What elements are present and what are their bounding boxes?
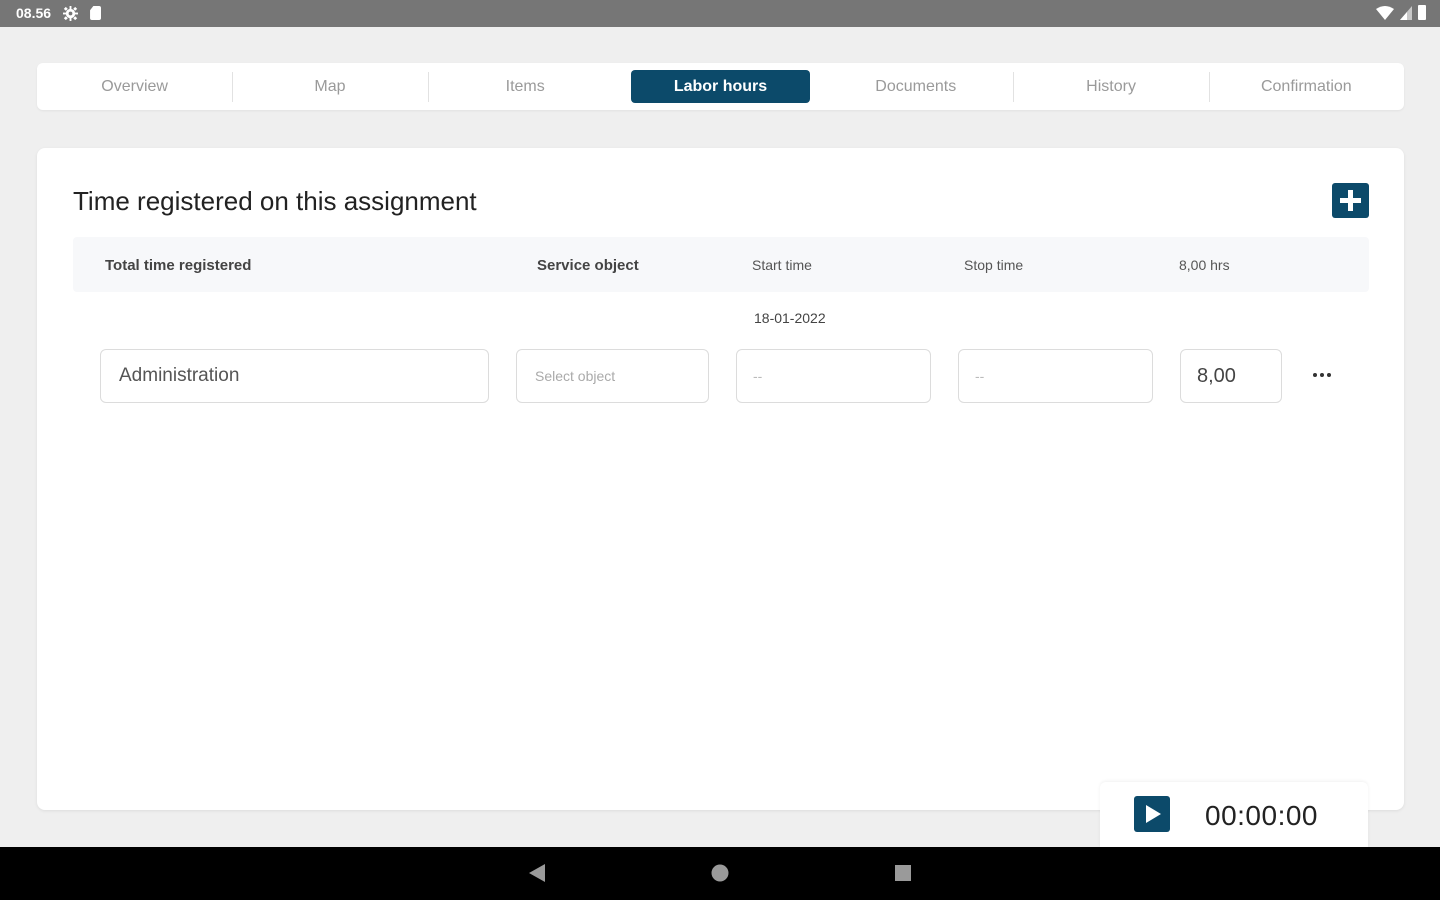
- timer-value: 00:00:00: [1205, 800, 1318, 831]
- activity-field[interactable]: Administration: [100, 349, 489, 403]
- header-stop-time: Stop time: [964, 257, 1024, 273]
- tab-label: Confirmation: [1260, 77, 1352, 95]
- signal-icon: [1400, 5, 1412, 20]
- tab-items[interactable]: Items: [427, 70, 623, 103]
- timer-widget: 00:00:00: [1100, 782, 1368, 848]
- back-icon[interactable]: [528, 863, 546, 883]
- play-icon: [1146, 805, 1161, 823]
- tab-label: Labor hours: [673, 77, 768, 95]
- play-timer-button[interactable]: [1134, 796, 1170, 832]
- sd-card-icon: [90, 6, 102, 20]
- stop-time-field[interactable]: --: [958, 349, 1153, 403]
- navigation-bar: [0, 847, 1440, 900]
- entry-date: 18-01-2022: [754, 310, 826, 326]
- tab-label: History: [1086, 77, 1136, 95]
- more-icon: [1313, 373, 1331, 377]
- header-start-time: Start time: [752, 257, 812, 273]
- tab-bar: Overview Map Items Labor hours Documents…: [37, 63, 1404, 110]
- more-options-button[interactable]: [1309, 363, 1335, 387]
- add-time-button[interactable]: [1332, 183, 1369, 218]
- tab-labor-hours[interactable]: Labor hours: [623, 70, 818, 103]
- tab-label: Documents: [875, 77, 957, 95]
- tab-map[interactable]: Map: [232, 70, 427, 103]
- tab-documents[interactable]: Documents: [818, 70, 1013, 103]
- tab-label: Items: [505, 77, 545, 95]
- status-time: 08.56: [16, 5, 52, 21]
- card-title: Time registered on this assignment: [73, 186, 477, 216]
- home-icon[interactable]: [710, 863, 730, 883]
- tab-history[interactable]: History: [1013, 70, 1208, 103]
- table-header: Total time registered Service object Sta…: [73, 237, 1369, 292]
- tab-label: Map: [314, 77, 346, 95]
- gear-icon: [63, 5, 79, 21]
- service-object-select[interactable]: Select object: [516, 349, 709, 403]
- labor-hours-card: Time registered on this assignment Total…: [37, 148, 1404, 810]
- hours-field[interactable]: 8,00: [1180, 349, 1282, 403]
- wifi-icon: [1376, 5, 1394, 20]
- header-hours-total: 8,00 hrs: [1179, 257, 1230, 273]
- status-bar-left: 08.56: [16, 5, 102, 21]
- plus-icon: [1340, 190, 1361, 211]
- header-total-time: Total time registered: [105, 257, 252, 274]
- tab-overview[interactable]: Overview: [37, 70, 232, 103]
- status-bar-right: [1376, 5, 1426, 20]
- start-time-field[interactable]: --: [736, 349, 931, 403]
- status-bar: 08.56: [0, 0, 1440, 27]
- battery-icon: [1418, 5, 1426, 20]
- tab-label: Overview: [101, 77, 168, 95]
- header-service-object: Service object: [537, 257, 639, 274]
- tab-confirmation[interactable]: Confirmation: [1208, 70, 1404, 103]
- recents-icon[interactable]: [894, 863, 912, 883]
